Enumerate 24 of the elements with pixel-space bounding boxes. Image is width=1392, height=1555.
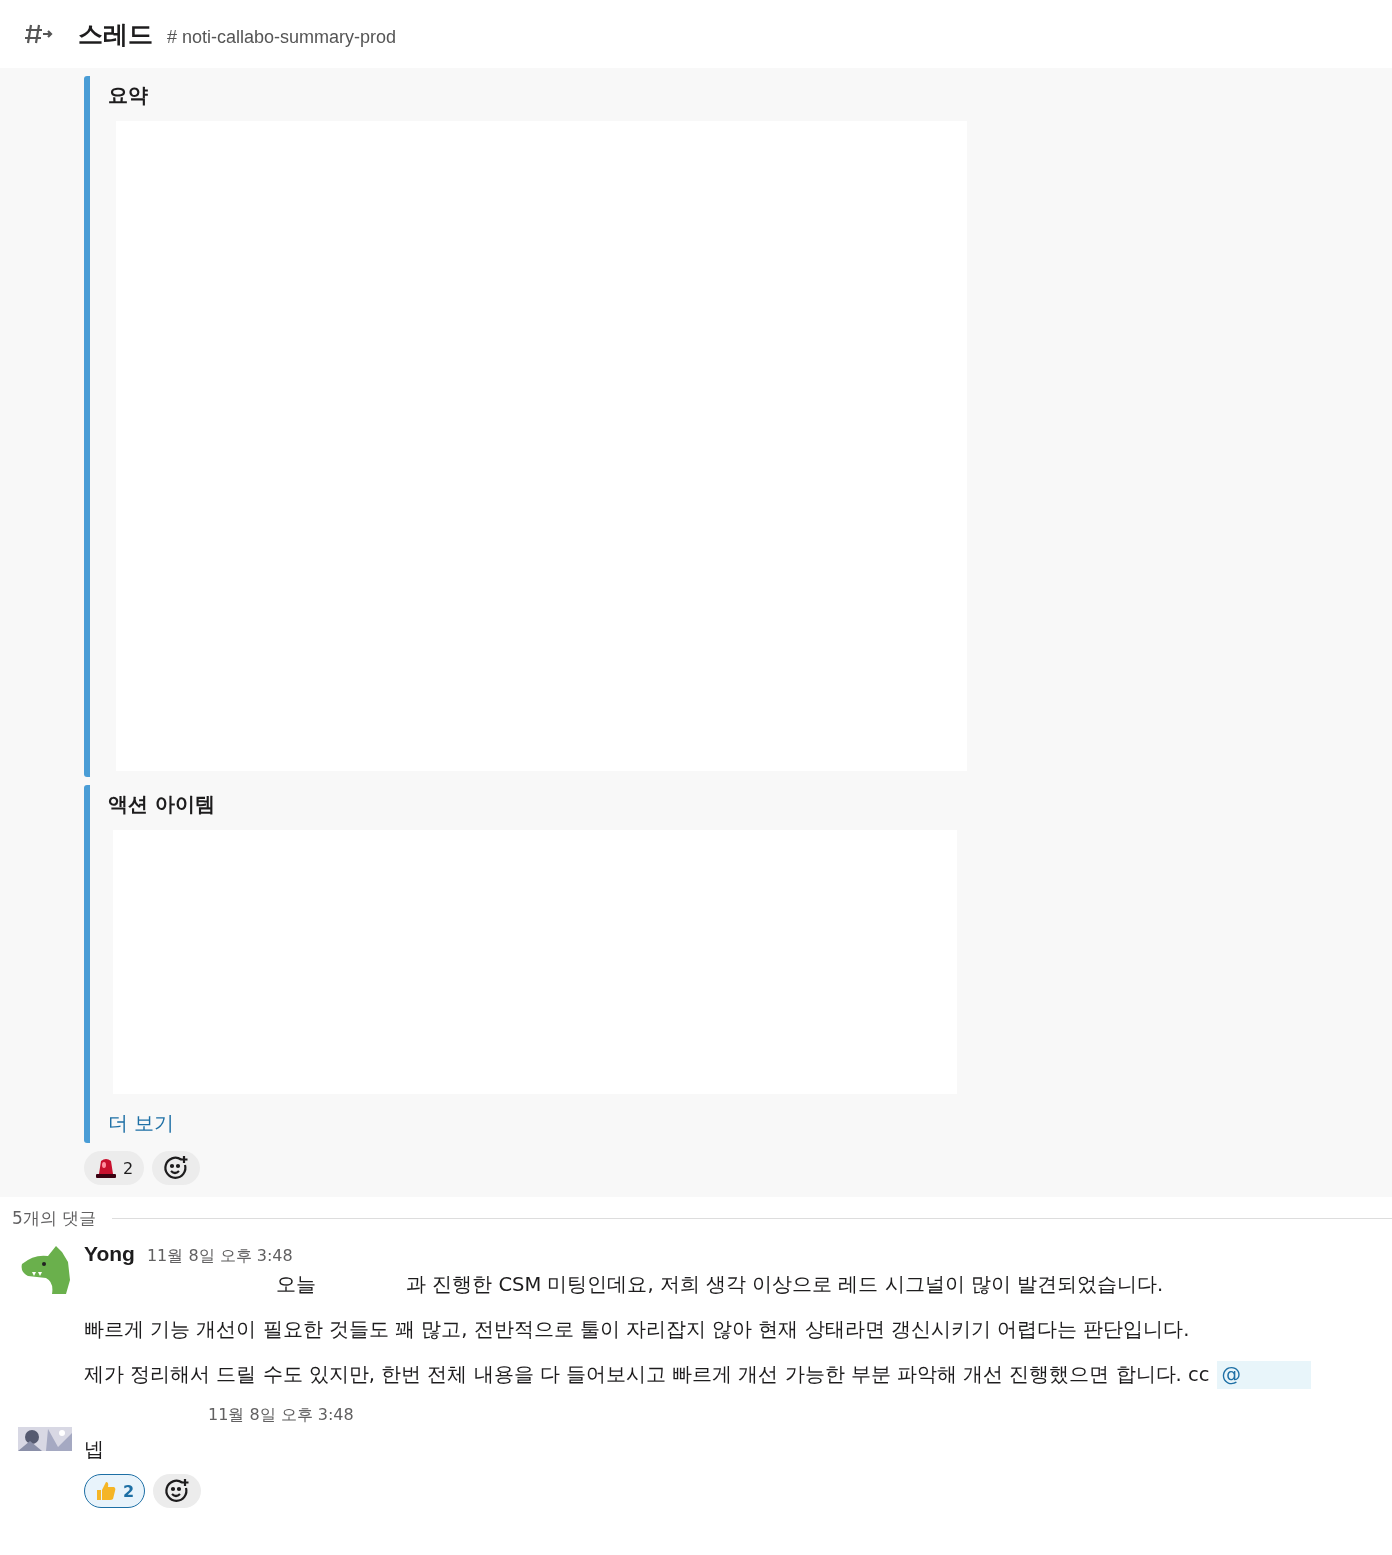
thumbs-up-icon <box>95 1480 117 1502</box>
add-reaction-button[interactable] <box>153 1474 202 1508</box>
section-title: 요약 <box>108 82 149 109</box>
message-text: 과 진행한 CSM 미팅인데요, 저희 생각 이상으로 레드 시그널이 많이 발견되었습니다. <box>406 1272 1164 1298</box>
message-text: 오늘 <box>276 1272 316 1298</box>
replies-count: 5개의 댓글 <box>12 1207 97 1230</box>
message-text: 빠르게 기능 개선이 필요한 것들도 꽤 많고, 전반적으로 툴이 자리잡지 않아 현재 상태라면 갱신시키기 어렵다는 판단입니다. <box>84 1317 1190 1343</box>
timestamp[interactable]: 11월 8일 오후 3:48 <box>208 1405 354 1426</box>
channel-name[interactable]: # noti-callabo-summary-prod <box>167 26 397 48</box>
timestamp[interactable]: 11월 8일 오후 3:48 <box>146 1246 293 1267</box>
add-reaction-icon <box>164 1478 191 1504</box>
section-title: 액션 아이템 <box>108 791 216 818</box>
reaction-button[interactable]: 2 <box>84 1151 145 1185</box>
message-text: 제가 정리해서 드릴 수도 있지만, 한번 전체 내용을 다 들어보시고 빠르게 개선 가능한 부분 파악해 개선 진행했으면 합니다. cc <box>84 1362 1210 1388</box>
reaction-button[interactable]: 2 <box>84 1474 146 1508</box>
thread-icon <box>24 23 54 45</box>
add-reaction-button[interactable] <box>152 1151 201 1185</box>
siren-icon <box>95 1157 117 1179</box>
author-name[interactable]: Yong <box>84 1242 135 1266</box>
show-more-link[interactable]: 더 보기 <box>108 1110 175 1137</box>
thread-title: 스레드 <box>78 18 153 51</box>
mention-link[interactable]: @ <box>1217 1361 1312 1389</box>
message-text: 넵 <box>84 1437 104 1463</box>
add-reaction-icon <box>163 1155 190 1181</box>
